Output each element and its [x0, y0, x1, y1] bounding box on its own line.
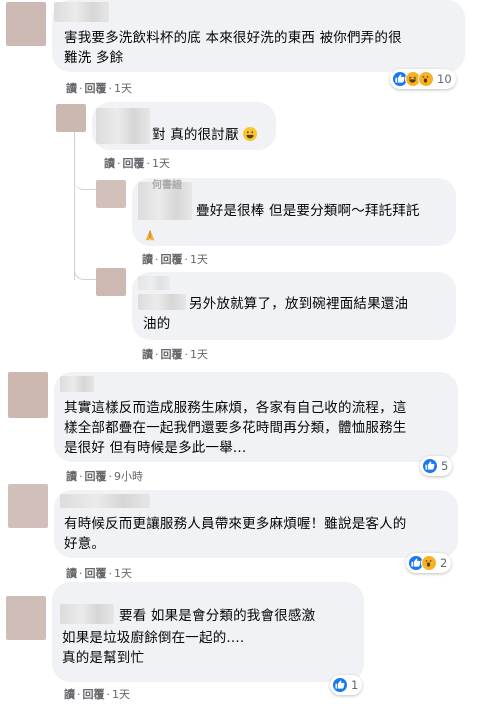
comment-text-cont: 油的 [143, 316, 171, 332]
avatar[interactable] [96, 268, 126, 296]
comment-text: 有時候反而更讓服務人員帶來更多麻煩喔！雖說是客人的 好意。 [64, 516, 407, 552]
grinning-sweat-emoji [243, 127, 258, 141]
reply-button[interactable]: 回覆 [85, 567, 107, 580]
read-action[interactable]: 讀 [66, 470, 77, 483]
avatar[interactable] [6, 2, 46, 46]
reaction-summary[interactable]: 10 [390, 69, 456, 89]
reply-thread-connector [74, 138, 96, 190]
reaction-summary[interactable]: 1 [330, 675, 363, 695]
comment-actions: 讀 · 回覆 · 1天 [104, 157, 170, 170]
comment-text: 其實這樣反而造成服務生麻煩，各家有自己收的流程，這 樣全部都疊在一起我們還要多花… [64, 400, 407, 456]
comment-actions: 讀 · 回覆 · 1天 [142, 253, 208, 266]
author-name-redacted[interactable] [138, 294, 186, 310]
timestamp[interactable]: 1天 [190, 348, 208, 361]
timestamp[interactable]: 1天 [190, 253, 208, 266]
reaction-count: 2 [440, 556, 448, 570]
reply-button[interactable]: 回覆 [85, 82, 107, 95]
reply-button[interactable]: 回覆 [123, 157, 145, 170]
reply-button[interactable]: 回覆 [85, 470, 107, 483]
reaction-count: 10 [437, 72, 452, 86]
author-name-redacted[interactable] [60, 376, 94, 392]
folded-hands-emoji [143, 227, 157, 241]
comment-text: 另外放就算了，放到碗裡面結果還油 [189, 296, 409, 312]
reaction-summary[interactable]: 5 [420, 456, 453, 476]
avatar[interactable] [8, 484, 48, 528]
wow-icon [421, 555, 437, 571]
reaction-count: 1 [351, 678, 359, 692]
like-icon [422, 458, 438, 474]
reply-thread-connector [74, 250, 98, 280]
comment-text: 對 真的很討厭 [152, 125, 258, 145]
avatar[interactable] [96, 180, 126, 208]
reaction-count: 5 [441, 459, 449, 473]
read-action[interactable]: 讀 [64, 688, 75, 701]
author-name-partial[interactable]: 何書諳 [152, 176, 182, 191]
author-name-redacted[interactable] [96, 108, 150, 144]
comment-actions: 讀 · 回覆 · 1天 [64, 688, 130, 701]
comment-actions: 讀 · 回覆 · 1天 [66, 82, 132, 95]
avatar[interactable] [56, 104, 86, 132]
like-icon [332, 677, 348, 693]
reply-button[interactable]: 回覆 [161, 348, 183, 361]
author-name-redacted[interactable] [60, 604, 114, 624]
wow-icon [418, 71, 434, 87]
timestamp[interactable]: 1天 [112, 688, 130, 701]
timestamp[interactable]: 1天 [114, 567, 132, 580]
avatar[interactable] [6, 596, 46, 640]
read-action[interactable]: 讀 [66, 82, 77, 95]
comment-actions: 讀 · 回覆 · 1天 [66, 567, 132, 580]
comment-text: 害我要多洗飲料杯的底 本來很好洗的東西 被你們弄的很 難洗 多餘 [64, 30, 402, 66]
author-name-redacted[interactable] [54, 2, 109, 22]
reply-button[interactable]: 回覆 [161, 253, 183, 266]
timestamp[interactable]: 1天 [152, 157, 170, 170]
read-action[interactable]: 讀 [104, 157, 115, 170]
comment-text-cont: 如果是垃圾廚餘倒在一起的.... 真的是幫到忙 [62, 630, 245, 666]
author-name-redacted[interactable] [60, 494, 150, 508]
comment-actions: 讀 · 回覆 · 9小時 [66, 470, 143, 483]
read-action[interactable]: 讀 [142, 253, 153, 266]
comment-actions: 讀 · 回覆 · 1天 [142, 348, 208, 361]
read-action[interactable]: 讀 [142, 348, 153, 361]
comment-text: 要看 如果是會分類的我會很感激 [119, 608, 316, 624]
reaction-summary[interactable]: 2 [406, 553, 452, 573]
timestamp[interactable]: 9小時 [114, 470, 143, 483]
timestamp[interactable]: 1天 [114, 82, 132, 95]
avatar[interactable] [8, 372, 48, 418]
author-name-redacted[interactable] [138, 276, 170, 290]
read-action[interactable]: 讀 [66, 567, 77, 580]
reply-button[interactable]: 回覆 [83, 688, 105, 701]
comment-text: 疊好是很棒 但是要分類啊～拜託拜託 [196, 203, 420, 219]
